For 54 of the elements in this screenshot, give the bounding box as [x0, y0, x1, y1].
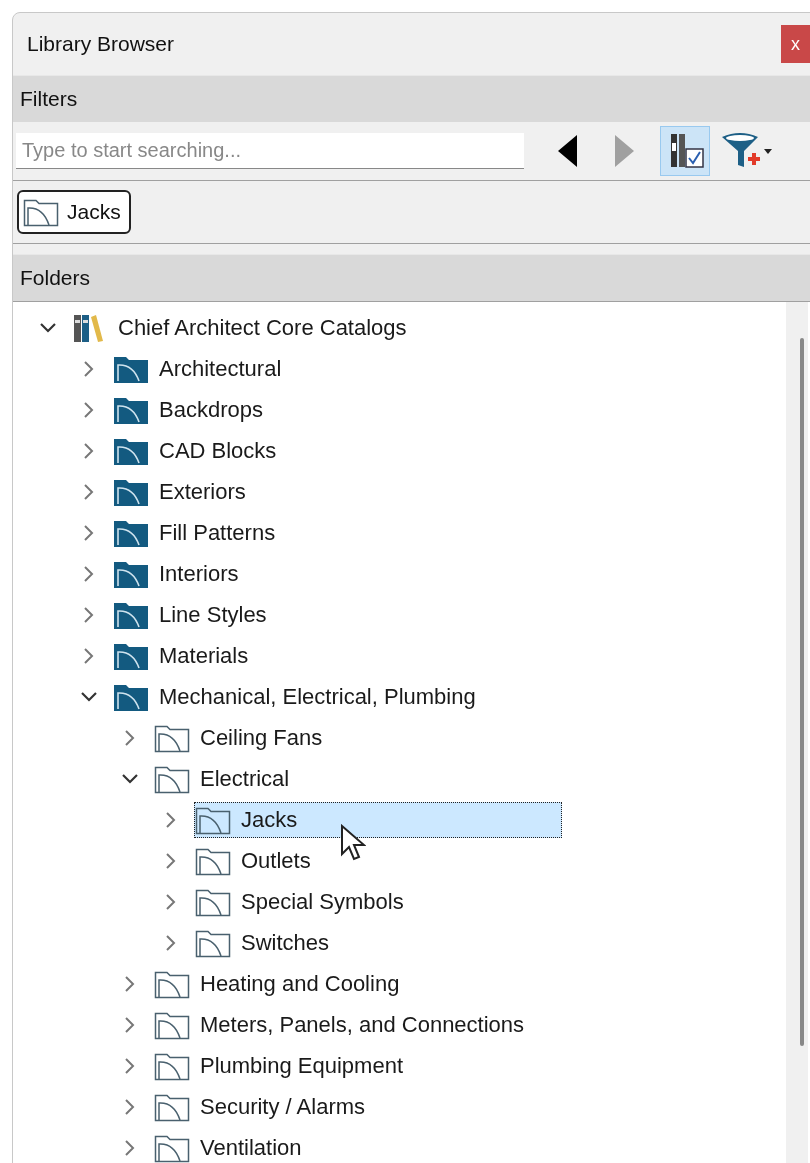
chevron-down-icon[interactable] — [40, 322, 56, 333]
chevron-down-icon[interactable] — [81, 691, 97, 702]
left-arrow-icon — [558, 135, 578, 167]
folder-icon — [23, 197, 59, 227]
pointer-cursor-icon — [340, 824, 366, 862]
tree-item[interactable]: CAD Blocks — [112, 432, 282, 469]
chevron-right-icon[interactable] — [84, 483, 94, 500]
window-title: Library Browser — [27, 32, 175, 56]
chevron-right-icon[interactable] — [125, 1098, 135, 1115]
chevron-right-icon[interactable] — [166, 852, 176, 869]
chevron-right-icon[interactable] — [166, 811, 176, 828]
chevron-right-icon[interactable] — [84, 442, 94, 459]
chevron-right-icon[interactable] — [166, 934, 176, 951]
tree-item[interactable]: Exteriors — [112, 473, 251, 510]
tree-item[interactable]: Heating and Cooling — [153, 965, 405, 1002]
chevron-right-icon[interactable] — [125, 975, 135, 992]
filter-chip[interactable]: Jacks — [17, 190, 131, 234]
tree-item[interactable]: Architectural — [112, 350, 287, 387]
tree-item[interactable]: Outlets — [194, 842, 316, 879]
tree-item[interactable]: Interiors — [112, 555, 244, 592]
section-header: Folders — [13, 254, 810, 301]
tree-item[interactable]: Fill Patterns — [112, 514, 281, 551]
search-field[interactable]: Type to start searching... — [16, 133, 524, 169]
tree-item[interactable]: Ceiling Fans — [153, 719, 328, 756]
close-button[interactable]: x — [781, 25, 810, 63]
tree-item[interactable]: Security / Alarms — [153, 1088, 371, 1125]
chevron-down-icon[interactable] — [122, 773, 138, 784]
tree-item[interactable]: Electrical — [153, 760, 295, 797]
chevron-right-icon[interactable] — [84, 565, 94, 582]
tree-item[interactable]: Meters, Panels, and Connections — [153, 1006, 530, 1043]
tree-item[interactable]: Line Styles — [112, 596, 272, 633]
chevron-right-icon[interactable] — [84, 401, 94, 418]
tree-item[interactable]: Materials — [112, 637, 254, 674]
chevron-right-icon[interactable] — [125, 1139, 135, 1156]
tree-item[interactable]: Mechanical, Electrical, Plumbing — [112, 678, 481, 715]
chevron-right-icon[interactable] — [166, 893, 176, 910]
tree-item[interactable]: Backdrops — [112, 391, 268, 428]
chevron-right-icon[interactable] — [125, 729, 135, 746]
chevron-right-icon[interactable] — [84, 360, 94, 377]
chevron-right-icon[interactable] — [84, 524, 94, 541]
tree-item[interactable]: Special Symbols — [194, 883, 409, 920]
scrollbar[interactable] — [786, 302, 808, 1163]
chevron-right-icon[interactable] — [125, 1016, 135, 1033]
tree-item[interactable]: Plumbing Equipment — [153, 1047, 408, 1084]
right-arrow-icon — [614, 135, 634, 167]
tree-item[interactable]: Switches — [194, 924, 335, 961]
chevron-right-icon[interactable] — [125, 1057, 135, 1074]
tree-item[interactable]: Jacks — [194, 801, 562, 838]
tree-item[interactable]: Chief Architect Core Catalogs — [71, 309, 412, 346]
tree-item[interactable]: Ventilation — [153, 1129, 307, 1163]
section-header: Filters — [13, 75, 810, 122]
chevron-right-icon[interactable] — [84, 647, 94, 664]
catalog-view-button[interactable] — [660, 126, 710, 176]
chevron-right-icon[interactable] — [84, 606, 94, 623]
